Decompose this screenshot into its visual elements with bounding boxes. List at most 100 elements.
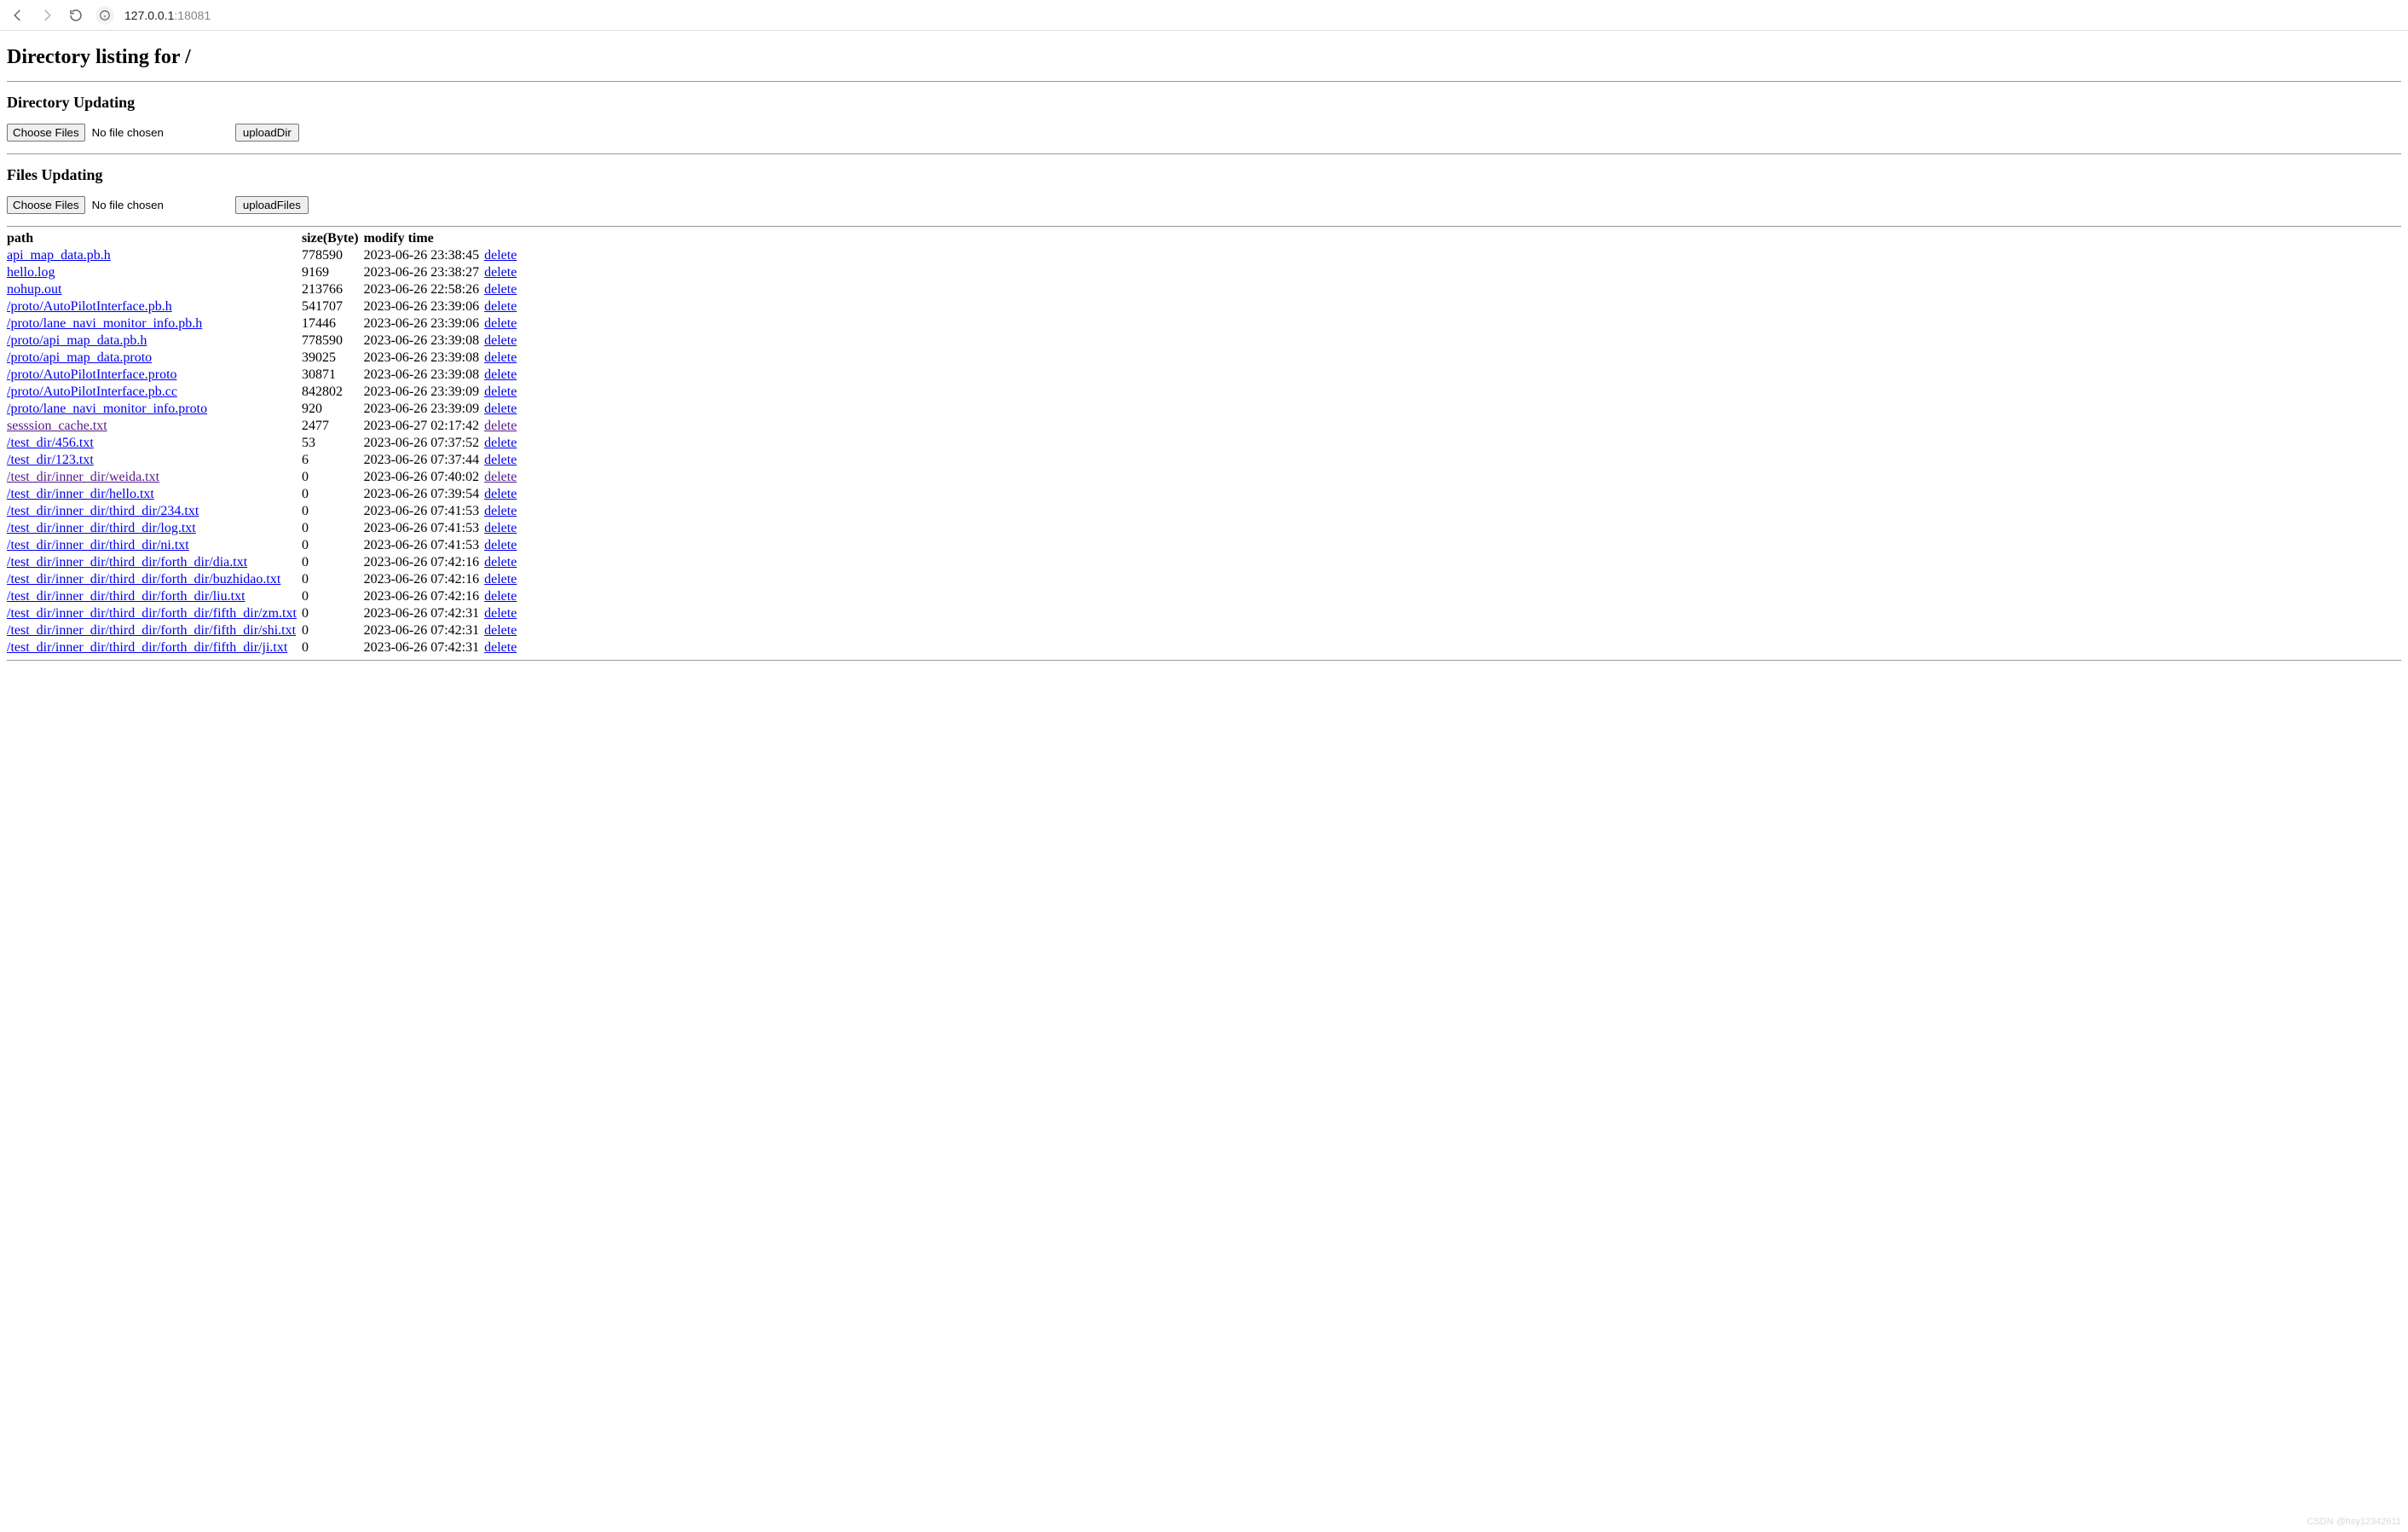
file-link[interactable]: /proto/api_map_data.proto [7,350,152,365]
table-row: /test_dir/456.txt532023-06-26 07:37:52de… [7,435,522,452]
file-size: 6 [302,452,364,469]
file-link[interactable]: /test_dir/inner_dir/weida.txt [7,470,159,484]
divider [7,660,2401,661]
files-upload-form: Choose Files No file chosen uploadFiles [7,196,2401,214]
table-row: /test_dir/inner_dir/third_dir/234.txt020… [7,503,522,520]
file-size: 0 [302,605,364,622]
file-link[interactable]: /test_dir/inner_dir/third_dir/forth_dir/… [7,606,297,621]
table-row: /test_dir/inner_dir/third_dir/forth_dir/… [7,639,522,656]
forward-button[interactable] [38,6,56,25]
delete-link[interactable]: delete [484,402,517,416]
file-size: 0 [302,520,364,537]
delete-link[interactable]: delete [484,538,517,552]
delete-link[interactable]: delete [484,367,517,382]
file-link[interactable]: /proto/lane_navi_monitor_info.pb.h [7,316,202,331]
delete-link[interactable]: delete [484,436,517,450]
site-info-icon[interactable] [95,6,114,25]
upload-files-button[interactable]: uploadFiles [235,196,309,214]
file-link[interactable]: /proto/AutoPilotInterface.pb.cc [7,384,177,399]
file-link[interactable]: /test_dir/inner_dir/third_dir/forth_dir/… [7,572,280,587]
file-link[interactable]: /test_dir/inner_dir/third_dir/forth_dir/… [7,640,287,655]
file-link[interactable]: sesssion_cache.txt [7,419,107,433]
delete-link[interactable]: delete [484,316,517,331]
delete-link[interactable]: delete [484,589,517,604]
delete-link[interactable]: delete [484,555,517,569]
file-link[interactable]: hello.log [7,265,55,280]
file-link[interactable]: /test_dir/456.txt [7,436,94,450]
directory-table: path size(Byte) modify time api_map_data… [7,230,522,656]
delete-link[interactable]: delete [484,248,517,263]
delete-link[interactable]: delete [484,453,517,467]
file-size: 0 [302,571,364,588]
file-size: 0 [302,537,364,554]
dir-upload-form: Choose Files No file chosen uploadDir [7,124,2401,142]
file-size: 0 [302,622,364,639]
delete-link[interactable]: delete [484,572,517,587]
delete-link[interactable]: delete [484,282,517,297]
files-file-status: No file chosen [92,199,164,211]
files-updating-heading: Files Updating [7,166,2401,184]
delete-link[interactable]: delete [484,419,517,433]
file-link[interactable]: /test_dir/inner_dir/third_dir/forth_dir/… [7,623,296,638]
table-row: /test_dir/inner_dir/third_dir/forth_dir/… [7,571,522,588]
table-row: /test_dir/inner_dir/third_dir/log.txt020… [7,520,522,537]
divider [7,153,2401,154]
files-choose-files-button[interactable]: Choose Files [7,196,85,214]
file-link[interactable]: /test_dir/inner_dir/third_dir/forth_dir/… [7,555,247,569]
delete-link[interactable]: delete [484,333,517,348]
file-mtime: 2023-06-26 07:42:16 [364,554,485,571]
delete-link[interactable]: delete [484,350,517,365]
delete-link[interactable]: delete [484,606,517,621]
dir-choose-files-button[interactable]: Choose Files [7,124,85,142]
file-mtime: 2023-06-26 07:39:54 [364,486,485,503]
delete-link[interactable]: delete [484,470,517,484]
file-size: 778590 [302,247,364,264]
file-link[interactable]: nohup.out [7,282,61,297]
table-header-row: path size(Byte) modify time [7,230,522,247]
file-mtime: 2023-06-26 07:41:53 [364,537,485,554]
divider [7,226,2401,227]
col-actions [484,230,522,247]
delete-link[interactable]: delete [484,299,517,314]
file-mtime: 2023-06-26 07:42:16 [364,588,485,605]
file-link[interactable]: api_map_data.pb.h [7,248,111,263]
col-mtime: modify time [364,230,485,247]
dir-updating-heading: Directory Updating [7,94,2401,112]
delete-link[interactable]: delete [484,384,517,399]
file-link[interactable]: /proto/AutoPilotInterface.proto [7,367,177,382]
address-bar[interactable]: 127.0.0.1:18081 [124,9,211,22]
file-link[interactable]: /test_dir/inner_dir/third_dir/234.txt [7,504,199,518]
file-link[interactable]: /test_dir/inner_dir/third_dir/ni.txt [7,538,189,552]
table-row: /proto/AutoPilotInterface.pb.cc842802202… [7,384,522,401]
upload-dir-button[interactable]: uploadDir [235,124,299,142]
file-size: 213766 [302,281,364,298]
file-link[interactable]: /proto/lane_navi_monitor_info.proto [7,402,207,416]
reload-button[interactable] [66,6,85,25]
table-row: /test_dir/inner_dir/third_dir/forth_dir/… [7,622,522,639]
table-row: /test_dir/inner_dir/weida.txt02023-06-26… [7,469,522,486]
file-mtime: 2023-06-27 02:17:42 [364,418,485,435]
delete-link[interactable]: delete [484,640,517,655]
file-link[interactable]: /test_dir/123.txt [7,453,94,467]
file-size: 0 [302,588,364,605]
file-size: 0 [302,469,364,486]
file-link[interactable]: /proto/AutoPilotInterface.pb.h [7,299,172,314]
delete-link[interactable]: delete [484,623,517,638]
dir-file-status: No file chosen [92,126,164,139]
file-link[interactable]: /test_dir/inner_dir/third_dir/log.txt [7,521,196,535]
delete-link[interactable]: delete [484,265,517,280]
delete-link[interactable]: delete [484,487,517,501]
file-mtime: 2023-06-26 07:37:52 [364,435,485,452]
divider [7,81,2401,82]
page-title: Directory listing for / [7,46,2401,69]
delete-link[interactable]: delete [484,521,517,535]
file-link[interactable]: /proto/api_map_data.pb.h [7,333,147,348]
file-mtime: 2023-06-26 23:39:09 [364,384,485,401]
file-link[interactable]: /test_dir/inner_dir/third_dir/forth_dir/… [7,589,245,604]
file-mtime: 2023-06-26 07:42:31 [364,605,485,622]
file-size: 30871 [302,367,364,384]
delete-link[interactable]: delete [484,504,517,518]
back-button[interactable] [9,6,27,25]
file-link[interactable]: /test_dir/inner_dir/hello.txt [7,487,154,501]
table-row: /test_dir/inner_dir/third_dir/forth_dir/… [7,588,522,605]
